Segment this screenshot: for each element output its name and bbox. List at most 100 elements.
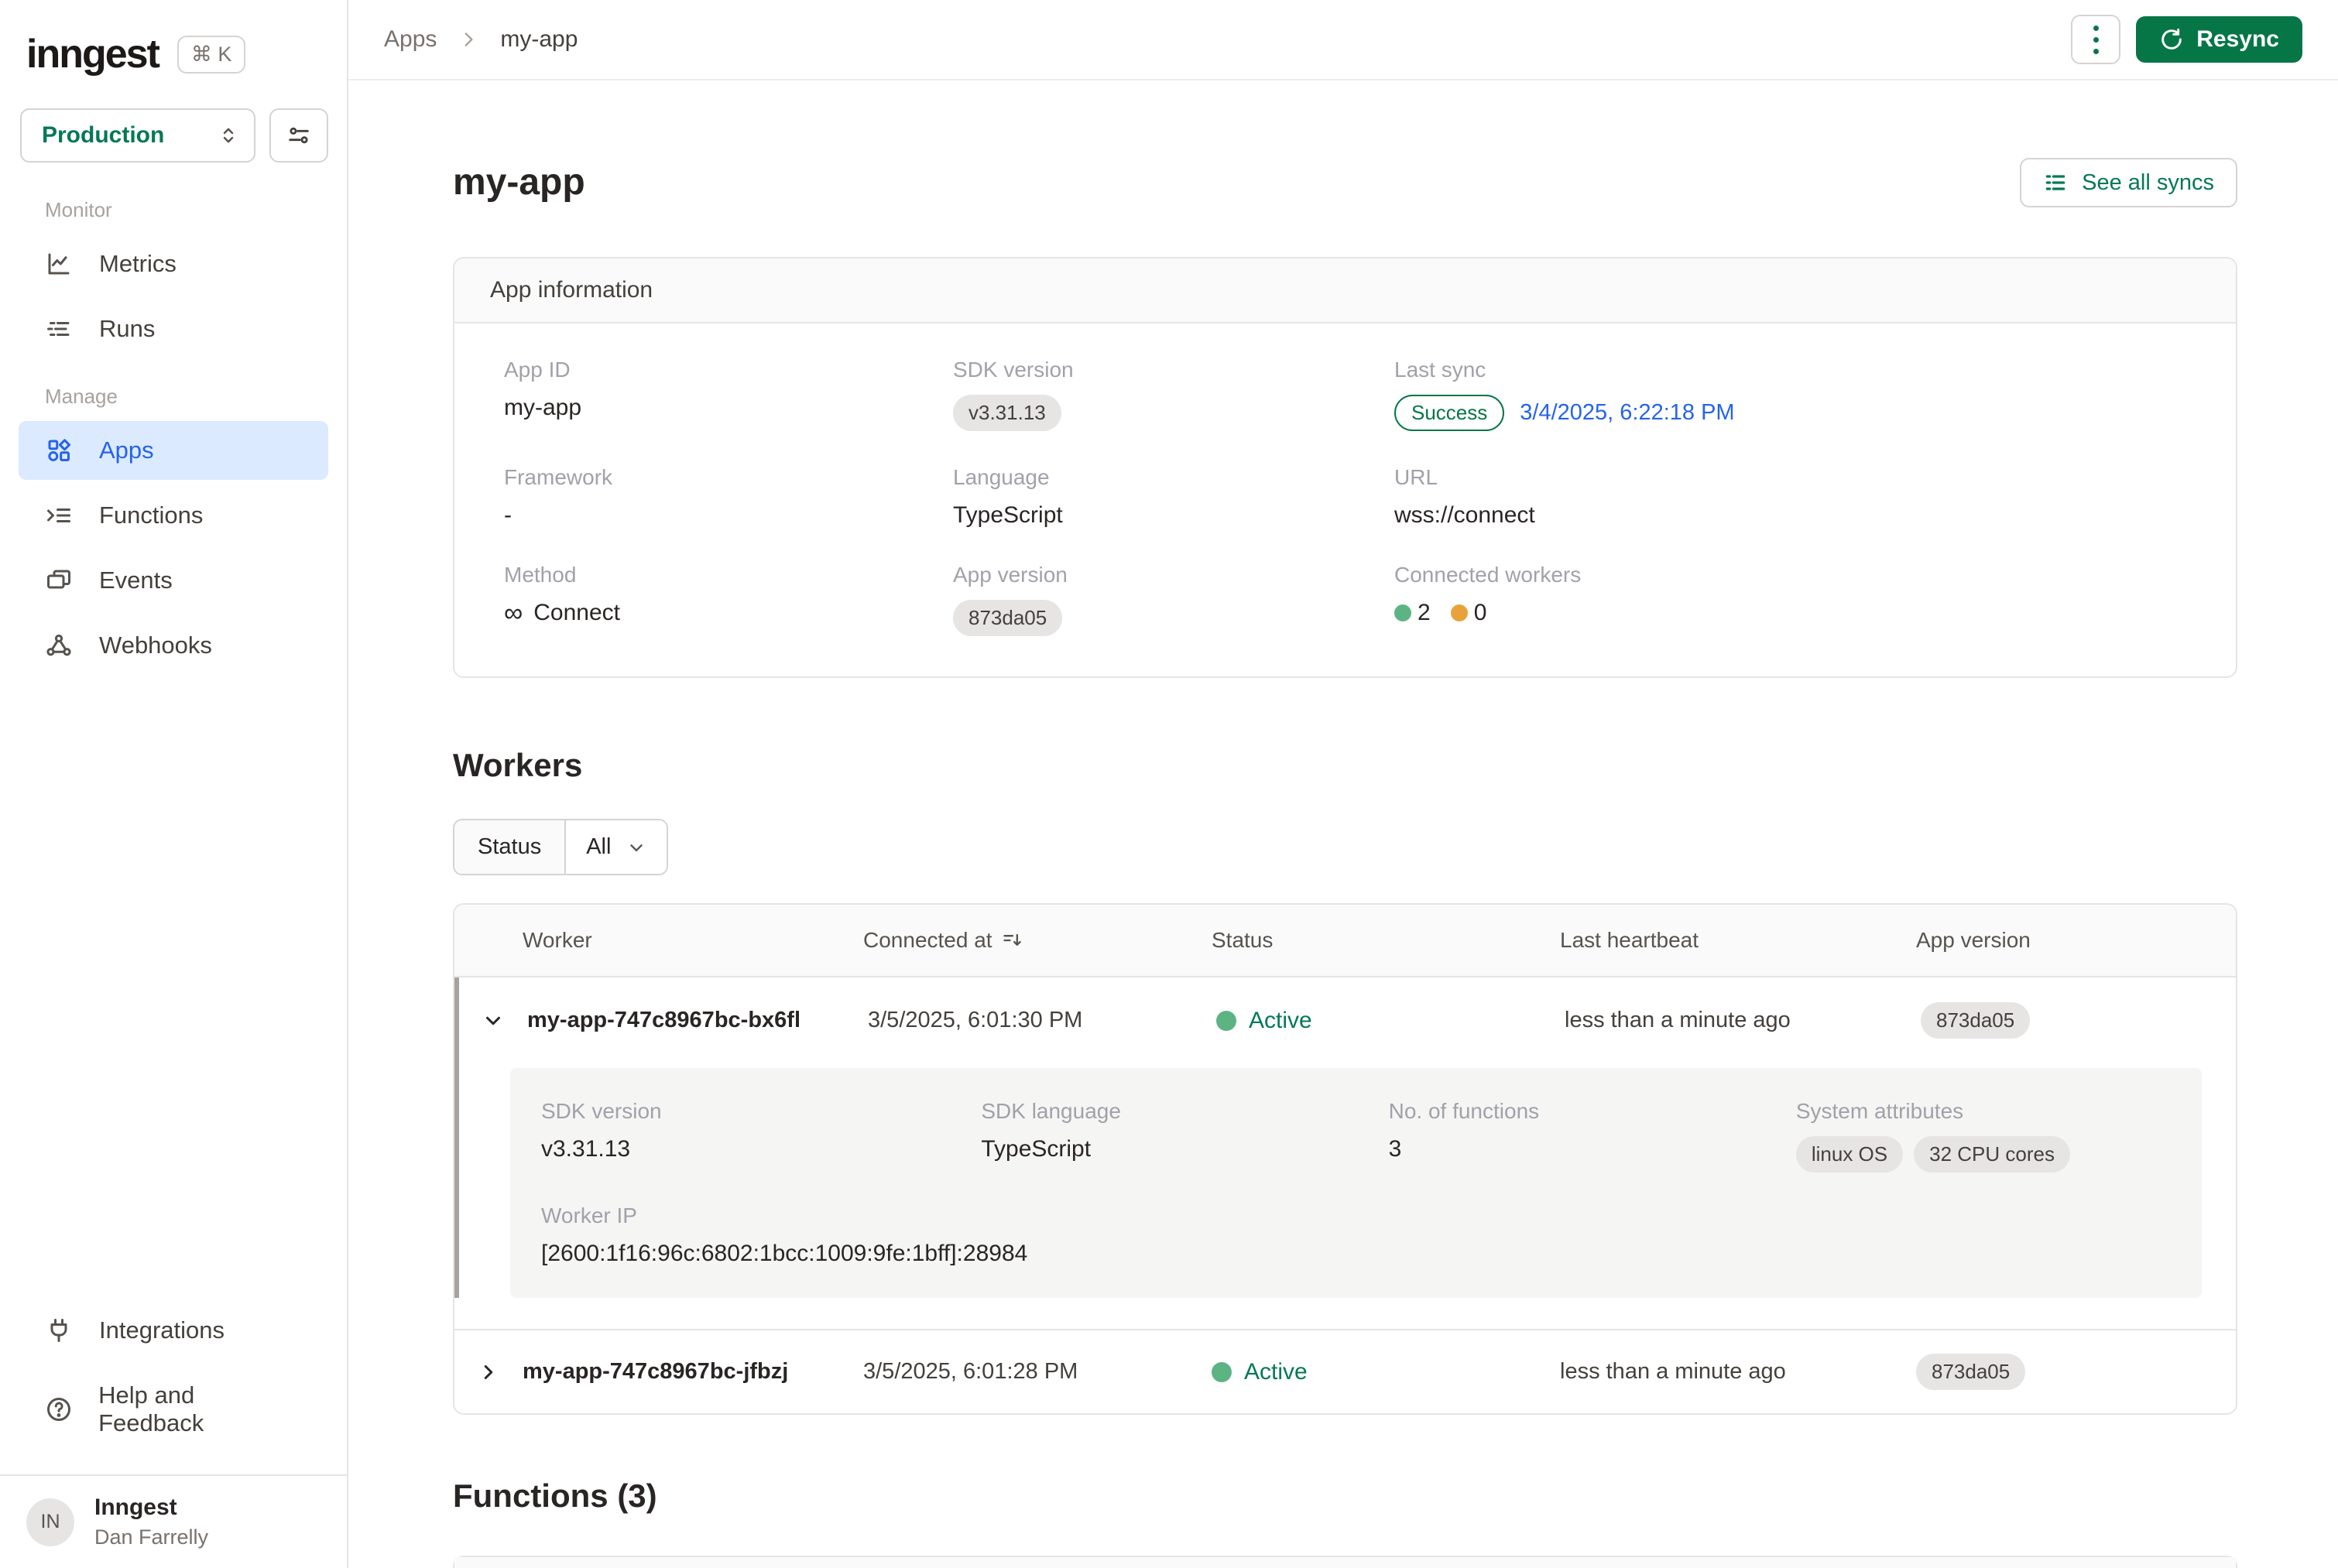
page-content: my-app See all syncs App information App…	[348, 80, 2338, 1568]
worker-row-expanded: my-app-747c8967bc-bx6fl 3/5/2025, 6:01:3…	[454, 977, 2236, 1298]
system-attribute-pill: 32 CPU cores	[1914, 1136, 2070, 1173]
col-app-version: App version	[1916, 928, 2236, 953]
status-filter[interactable]: Status All	[453, 819, 668, 875]
col-worker: Worker	[523, 928, 863, 953]
sidebar-nav: Monitor Metrics Runs Manage Apps Functio	[0, 163, 347, 681]
sidebar-item-label: Apps	[99, 437, 154, 464]
active-workers-dot	[1394, 604, 1411, 621]
avatar: IN	[26, 1498, 74, 1546]
detail-system-attributes: System attributes linux OS 32 CPU cores	[1796, 1099, 2171, 1173]
apps-icon	[45, 437, 76, 464]
sidebar-item-webhooks[interactable]: Webhooks	[19, 616, 328, 675]
chevron-up-down-icon	[217, 124, 240, 147]
functions-icon	[45, 502, 76, 529]
worker-connected-at: 3/5/2025, 6:01:28 PM	[863, 1359, 1212, 1385]
worker-row[interactable]: my-app-747c8967bc-jfbzj 3/5/2025, 6:01:2…	[454, 1329, 2236, 1413]
user-name: Dan Farrelly	[94, 1525, 208, 1549]
status-filter-label: Status	[454, 820, 566, 874]
infinity-icon: ∞	[504, 601, 523, 625]
sort-descending-icon	[1002, 930, 1023, 951]
functions-heading: Functions (3)	[453, 1477, 2237, 1515]
col-last-heartbeat: Last heartbeat	[1560, 928, 1916, 953]
functions-table-header: Function Triggers	[454, 1557, 2236, 1568]
inngest-logo: inngest	[26, 31, 159, 77]
sidebar-item-label: Events	[99, 567, 173, 594]
field-language: Language TypeScript	[953, 465, 1394, 529]
detail-worker-ip: Worker IP [2600:1f16:96c:6802:1bcc:1009:…	[541, 1203, 2171, 1267]
breadcrumb: Apps my-app	[384, 26, 578, 53]
sidebar-item-events[interactable]: Events	[19, 551, 328, 610]
list-icon	[2043, 170, 2068, 195]
worker-row[interactable]: my-app-747c8967bc-bx6fl 3/5/2025, 6:01:3…	[459, 977, 2236, 1063]
system-attribute-pill: linux OS	[1796, 1136, 1903, 1173]
field-app-version: App version 873da05	[953, 563, 1394, 636]
nav-section-monitor: Monitor	[19, 178, 328, 235]
webhooks-icon	[45, 632, 76, 659]
sidebar-item-apps[interactable]: Apps	[19, 421, 328, 480]
resync-button[interactable]: Resync	[2136, 16, 2302, 63]
last-sync-date-link[interactable]: 3/4/2025, 6:22:18 PM	[1520, 400, 1734, 426]
worker-connected-at: 3/5/2025, 6:01:30 PM	[868, 1008, 1216, 1033]
success-badge: Success	[1394, 395, 1504, 431]
refresh-icon	[2159, 27, 2184, 52]
sidebar-item-label: Metrics	[99, 250, 177, 278]
col-connected-at[interactable]: Connected at	[863, 928, 1212, 953]
sidebar-item-integrations[interactable]: Integrations	[19, 1301, 328, 1360]
breadcrumb-apps[interactable]: Apps	[384, 26, 437, 53]
field-method: Method ∞ Connect	[504, 563, 953, 636]
user-org: Inngest	[94, 1494, 208, 1521]
sidebar-item-label: Webhooks	[99, 632, 212, 659]
sidebar-item-label: Runs	[99, 315, 155, 343]
field-framework: Framework -	[504, 465, 953, 529]
worker-name: my-app-747c8967bc-bx6fl	[527, 1008, 868, 1033]
app-information-title: App information	[454, 258, 2236, 324]
worker-status: Active	[1212, 1359, 1560, 1385]
workers-heading: Workers	[453, 746, 2237, 785]
field-connected-workers: Connected workers 2 0	[1394, 563, 2200, 636]
app-information-card: App information App ID my-app SDK versio…	[453, 257, 2237, 678]
sidebar-item-functions[interactable]: Functions	[19, 486, 328, 545]
detail-sdk-version: SDK version v3.31.13	[541, 1099, 981, 1173]
worker-name: my-app-747c8967bc-jfbzj	[523, 1359, 863, 1385]
worker-app-version-pill: 873da05	[1921, 1002, 2030, 1039]
sdk-version-pill: v3.31.13	[953, 395, 1061, 431]
workers-table-header: Worker Connected at Status Last heartbea…	[454, 905, 2236, 977]
sidebar-item-label: Integrations	[99, 1316, 225, 1344]
worker-details-panel: SDK version v3.31.13 SDK language TypeSc…	[510, 1068, 2202, 1298]
col-status: Status	[1212, 928, 1560, 953]
status-filter-value: All	[586, 834, 611, 860]
more-actions-button[interactable]	[2071, 15, 2120, 64]
page-title: my-app	[453, 161, 585, 204]
functions-table: Function Triggers	[453, 1556, 2237, 1568]
expand-chevron-icon[interactable]	[454, 1361, 523, 1384]
plug-icon	[45, 1316, 76, 1344]
command-k-shortcut[interactable]: ⌘ K	[177, 36, 246, 74]
collapse-chevron-icon[interactable]	[459, 1009, 527, 1032]
status-dot	[1212, 1362, 1232, 1382]
worker-status: Active	[1216, 1008, 1565, 1034]
nav-section-manage: Manage	[19, 365, 328, 421]
field-url: URL wss://connect	[1394, 465, 2200, 529]
topbar: Apps my-app Resync	[348, 0, 2338, 80]
environment-settings-button[interactable]	[269, 108, 328, 163]
chevron-right-icon	[458, 29, 478, 50]
sidebar-item-label: Functions	[99, 502, 203, 529]
user-menu[interactable]: IN Inngest Dan Farrelly	[0, 1474, 347, 1568]
status-dot	[1216, 1011, 1236, 1031]
sidebar-footer-nav: Integrations Help and Feedback	[0, 1286, 347, 1459]
sliders-icon	[286, 122, 312, 149]
runs-icon	[45, 315, 76, 343]
see-all-syncs-button[interactable]: See all syncs	[2020, 158, 2237, 207]
sidebar-item-metrics[interactable]: Metrics	[19, 235, 328, 293]
question-circle-icon	[45, 1395, 75, 1423]
kebab-icon	[2093, 22, 2099, 57]
sidebar-item-label: Help and Feedback	[98, 1381, 302, 1437]
detail-sdk-language: SDK language TypeScript	[981, 1099, 1388, 1173]
worker-heartbeat: less than a minute ago	[1560, 1359, 1916, 1385]
sidebar-item-runs[interactable]: Runs	[19, 300, 328, 358]
environment-select[interactable]: Production	[20, 108, 255, 163]
app-version-pill: 873da05	[953, 600, 1062, 636]
environment-select-value: Production	[42, 122, 164, 149]
worker-heartbeat: less than a minute ago	[1565, 1008, 1921, 1033]
sidebar-item-help-feedback[interactable]: Help and Feedback	[19, 1366, 328, 1453]
